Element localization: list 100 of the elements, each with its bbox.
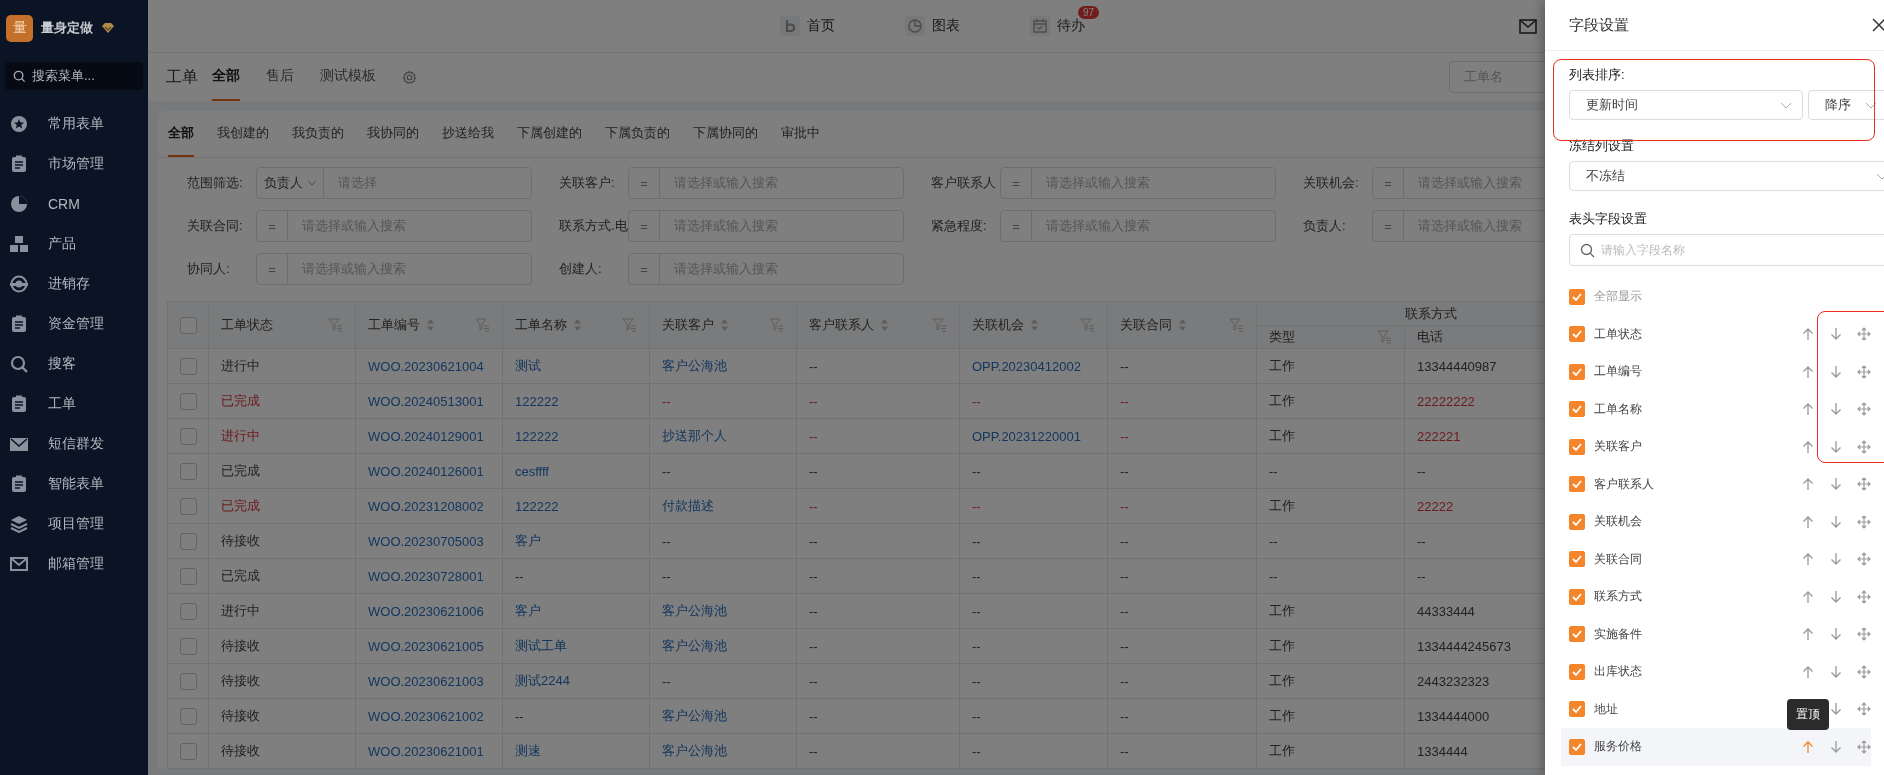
drag-handle-icon[interactable] [1857,739,1871,754]
column-header[interactable]: 工单名称 [502,301,650,349]
menu-item[interactable]: 常用表单 [0,104,148,144]
checkbox[interactable] [180,672,197,690]
checkbox[interactable] [1569,626,1585,643]
checkbox[interactable] [180,602,197,620]
table-link[interactable]: 测试2244 [515,673,570,688]
checkbox[interactable] [1569,701,1585,718]
checkbox[interactable] [180,742,197,760]
menu-item[interactable]: 市场管理 [0,144,148,184]
view-tab[interactable]: 下属协同的 [693,111,758,157]
freeze-dropdown[interactable]: 不冻结 [1569,161,1884,191]
table-link[interactable]: 客户 [515,533,541,548]
field-search-input[interactable]: 请输入字段名称 [1569,234,1884,266]
view-tab[interactable]: 我创建的 [217,111,269,157]
table-link[interactable]: cesffff [515,463,549,479]
menu-item[interactable]: 产品 [0,224,148,264]
filter-icon[interactable] [475,318,490,332]
filter-icon[interactable] [1377,330,1392,344]
arrow-down-icon[interactable] [1829,477,1843,492]
table-link[interactable]: 付款描述 [662,498,714,513]
table-link[interactable]: 测试工单 [515,638,567,653]
filter-icon[interactable] [932,318,947,332]
drag-handle-icon[interactable] [1857,439,1871,454]
nav-item[interactable]: 待办 [1030,16,1085,36]
arrow-up-icon[interactable] [1801,327,1815,342]
table-link[interactable]: 122222 [515,428,559,444]
drag-handle-icon[interactable] [1857,327,1871,342]
sort-icon[interactable] [720,318,729,332]
close-icon[interactable] [1871,17,1884,33]
arrow-down-icon[interactable] [1829,664,1843,679]
checkbox[interactable] [180,427,197,445]
view-tab[interactable]: 我协同的 [367,111,419,157]
arrow-up-icon[interactable] [1801,552,1815,567]
menu-item[interactable]: CRM [0,184,148,224]
table-link[interactable]: 客户公海池 [662,638,727,653]
checkbox[interactable] [1569,476,1585,493]
view-tab[interactable]: 全部 [168,111,194,157]
drag-handle-icon[interactable] [1857,627,1871,642]
arrow-up-icon[interactable] [1801,739,1815,754]
arrow-down-icon[interactable] [1829,402,1843,417]
arrow-down-icon[interactable] [1829,702,1843,717]
view-tab[interactable]: 抄送给我 [442,111,494,157]
table-link[interactable]: 客户公海池 [662,743,727,758]
checkbox[interactable] [180,707,197,725]
drag-handle-icon[interactable] [1857,514,1871,529]
checkbox[interactable] [180,316,197,334]
sort-icon[interactable] [573,318,582,332]
checkbox[interactable] [1569,588,1585,605]
table-link[interactable]: 122222 [515,498,559,514]
arrow-up-icon[interactable] [1801,439,1815,454]
drag-handle-icon[interactable] [1857,589,1871,604]
arrow-up-icon[interactable] [1801,364,1815,379]
sort-field-dropdown[interactable]: 更新时间 [1569,90,1803,120]
arrow-up-icon[interactable] [1801,627,1815,642]
column-header[interactable]: 工单编号 [355,301,503,349]
table-link[interactable]: 客户公海池 [662,358,727,373]
table-link[interactable]: 抄送那个人 [662,428,727,443]
drag-handle-icon[interactable] [1857,664,1871,679]
checkbox[interactable] [1569,401,1585,418]
filter-icon[interactable] [622,318,637,332]
sort-icon[interactable] [880,318,889,332]
column-header[interactable]: 关联客户 [649,301,797,349]
column-header[interactable]: 关联机会 [959,301,1108,349]
checkbox[interactable] [180,567,197,585]
arrow-down-icon[interactable] [1829,364,1843,379]
arrow-up-icon[interactable] [1801,664,1815,679]
column-header[interactable]: 关联合同 [1107,301,1257,349]
checkbox[interactable] [180,532,197,550]
menu-search-field[interactable]: 搜索菜单... [5,62,143,90]
menu-item[interactable]: 工单 [0,384,148,424]
drag-handle-icon[interactable] [1857,364,1871,379]
column-header[interactable]: 客户联系人 [796,301,960,349]
filter-icon[interactable] [1229,318,1244,332]
table-link[interactable]: 测试 [515,358,541,373]
sort-icon[interactable] [1178,318,1187,332]
drag-handle-icon[interactable] [1857,702,1871,717]
arrow-down-icon[interactable] [1829,439,1843,454]
checkbox[interactable] [1569,551,1585,568]
arrow-down-icon[interactable] [1829,552,1843,567]
nav-item[interactable]: 图表 [905,16,960,36]
view-tab[interactable]: 下属负责的 [605,111,670,157]
arrow-up-icon[interactable] [1801,589,1815,604]
checkbox[interactable] [180,392,197,410]
module-tab[interactable]: 全部 [212,53,240,101]
checkbox[interactable] [180,637,197,655]
sort-icon[interactable] [1030,318,1039,332]
table-link[interactable]: 客户 [515,603,541,618]
menu-item[interactable]: 智能表单 [0,464,148,504]
drag-handle-icon[interactable] [1857,552,1871,567]
module-tab[interactable]: 测试模板 [320,53,376,101]
checkbox[interactable] [1569,663,1585,680]
table-link[interactable]: 测速 [515,743,541,758]
arrow-down-icon[interactable] [1829,627,1843,642]
sort-order-dropdown[interactable]: 降序 [1808,90,1884,120]
checkbox[interactable] [1569,288,1585,305]
view-tab[interactable]: 下属创建的 [517,111,582,157]
nav-item[interactable]: 首页 [780,16,835,36]
table-link[interactable]: 122222 [515,393,559,409]
checkbox[interactable] [1569,738,1585,755]
